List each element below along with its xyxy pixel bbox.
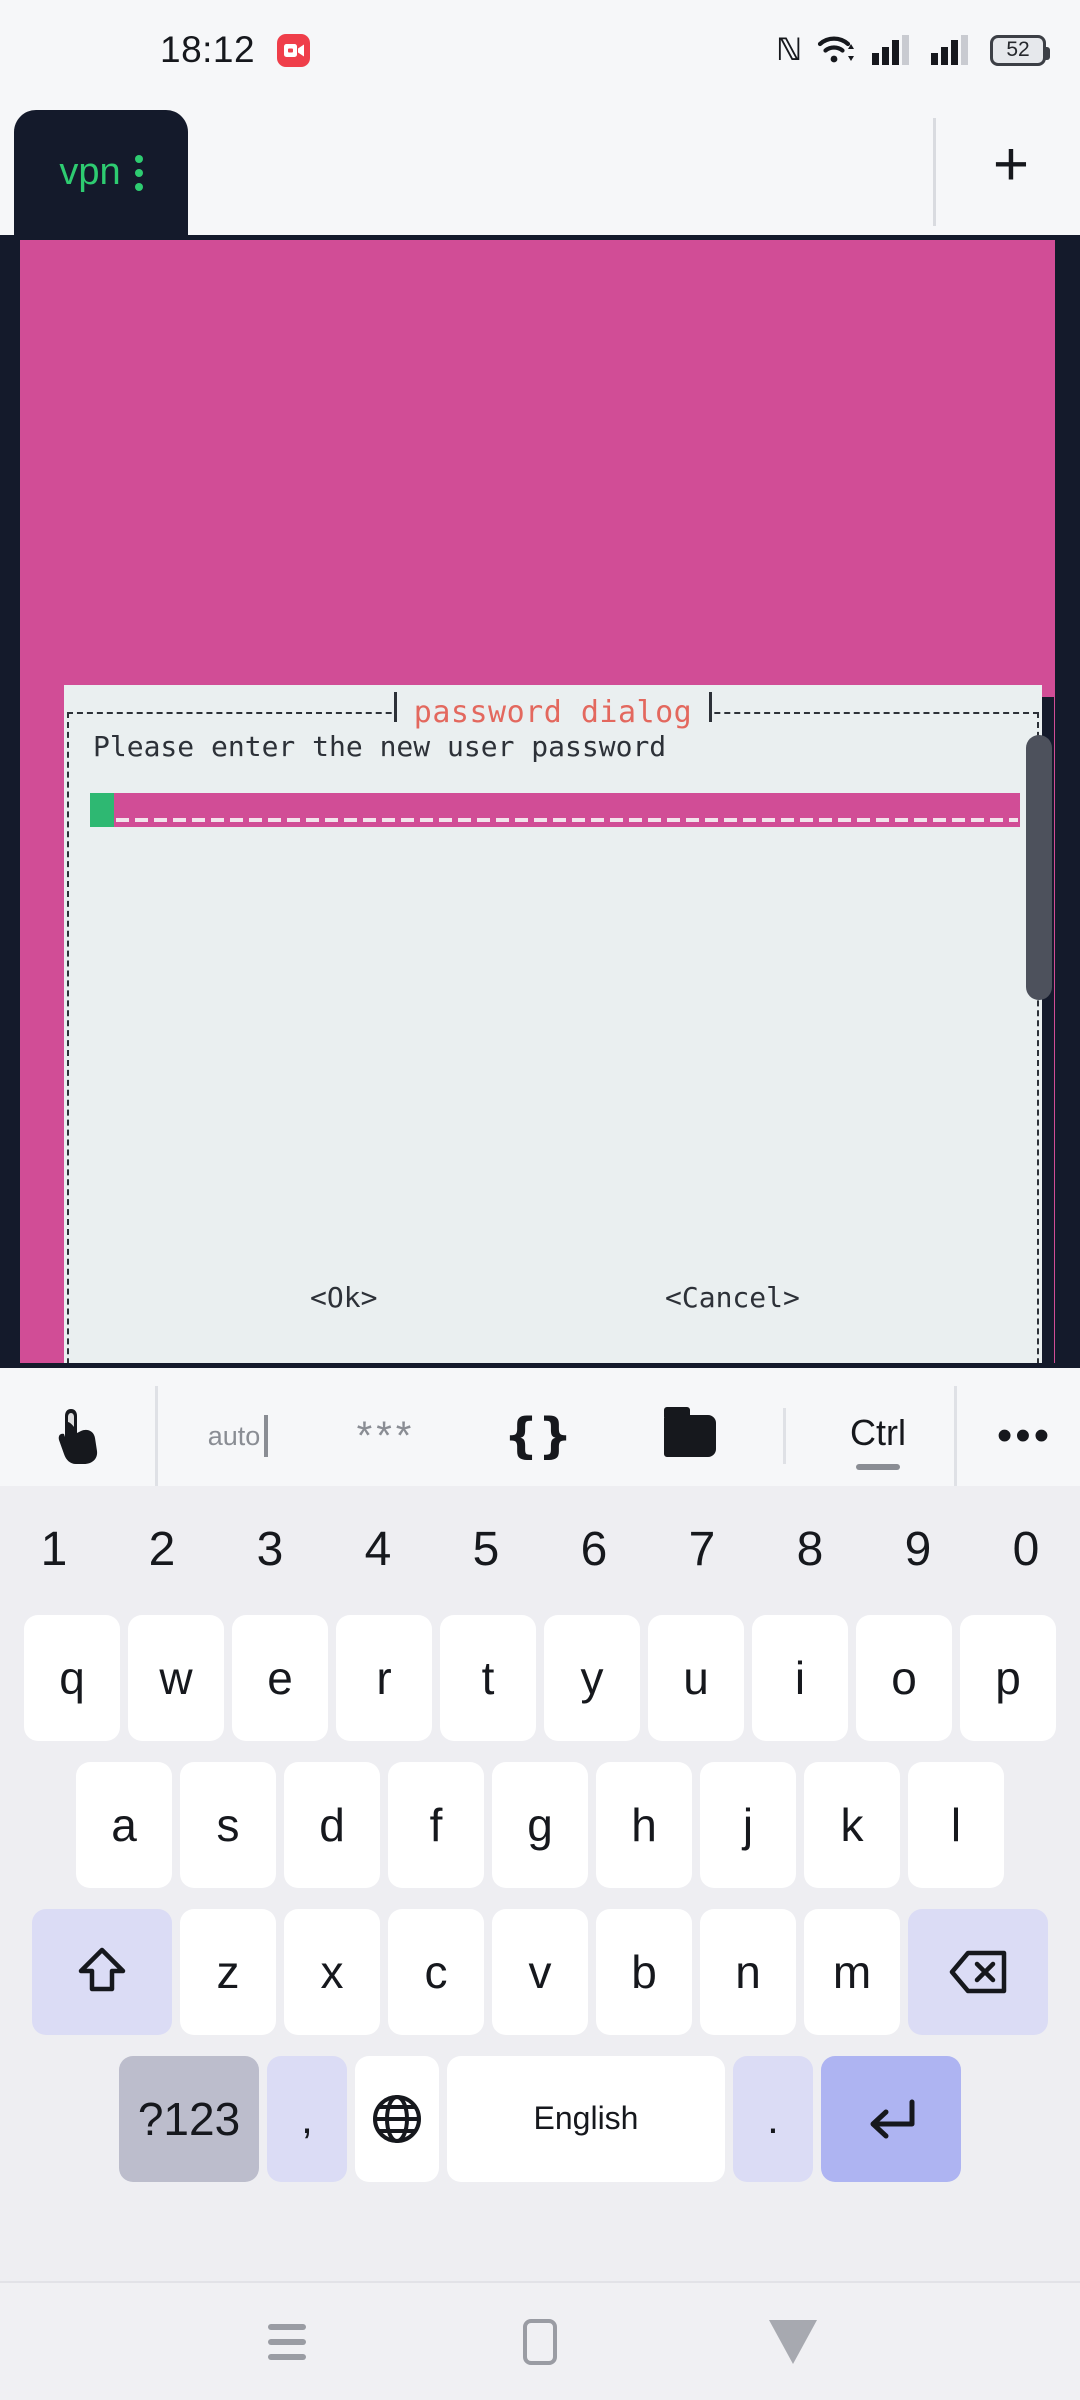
key-1[interactable]: 1 [4, 1499, 104, 1599]
space-key[interactable]: English [447, 2055, 725, 2182]
key-r[interactable]: r [336, 1614, 432, 1741]
exbar-inner-divider [766, 1386, 802, 1486]
key-s[interactable]: s [180, 1761, 276, 1888]
key-z[interactable]: z [180, 1908, 276, 2035]
keyboard-row-zxcv: z x c v b n m [6, 1898, 1074, 2045]
key-3[interactable]: 3 [220, 1499, 320, 1599]
terminal-frame: password dialog Please enter the new use… [0, 235, 1080, 1368]
shift-icon [78, 1947, 126, 1997]
keyboard-number-row: 1 2 3 4 5 6 7 8 9 0 [6, 1494, 1074, 1604]
terminal-scrollbar[interactable] [1026, 735, 1052, 1000]
key-x[interactable]: x [284, 1908, 380, 2035]
auto-text-indicator[interactable]: auto [158, 1386, 310, 1486]
key-7[interactable]: 7 [652, 1499, 752, 1599]
key-9[interactable]: 9 [868, 1499, 968, 1599]
key-i[interactable]: i [752, 1614, 848, 1741]
key-j[interactable]: j [700, 1761, 796, 1888]
key-l[interactable]: l [908, 1761, 1004, 1888]
cancel-button[interactable]: <Cancel> [665, 1281, 800, 1314]
key-4[interactable]: 4 [328, 1499, 428, 1599]
soft-keyboard: 1 2 3 4 5 6 7 8 9 0 q w e r t y u i o p … [0, 1486, 1080, 2281]
signal-1-icon [872, 35, 909, 65]
home-button[interactable] [495, 2297, 585, 2387]
globe-icon [372, 2094, 422, 2144]
back-button[interactable] [748, 2297, 838, 2387]
kebab-menu-icon[interactable] [134, 154, 143, 191]
folder-icon[interactable] [614, 1386, 766, 1486]
key-p[interactable]: p [960, 1614, 1056, 1741]
key-e[interactable]: e [232, 1614, 328, 1741]
key-u[interactable]: u [648, 1614, 744, 1741]
text-cursor [90, 793, 114, 827]
key-6[interactable]: 6 [544, 1499, 644, 1599]
tab-label: vpn [59, 151, 121, 193]
enter-icon [865, 2097, 917, 2141]
extra-keys-bar: auto *** {} Ctrl ••• [0, 1386, 1080, 1486]
recents-icon [267, 2323, 306, 2360]
tab-bar-divider [933, 118, 936, 226]
key-t[interactable]: t [440, 1614, 536, 1741]
keyboard-row-asdf: a s d f g h j k l [6, 1751, 1074, 1898]
password-dialog: password dialog [64, 685, 1042, 1363]
key-a[interactable]: a [76, 1761, 172, 1888]
key-w[interactable]: w [128, 1614, 224, 1741]
input-dashed-underline [114, 793, 1020, 827]
signal-2-icon [931, 35, 968, 65]
ctrl-key[interactable]: Ctrl [802, 1386, 954, 1486]
terminal-surface[interactable]: password dialog Please enter the new use… [20, 240, 1055, 1363]
overflow-menu[interactable]: ••• [957, 1386, 1080, 1486]
key-k[interactable]: k [804, 1761, 900, 1888]
key-f[interactable]: f [388, 1761, 484, 1888]
home-icon [522, 2318, 557, 2365]
enter-key[interactable] [821, 2055, 961, 2182]
back-icon [769, 2319, 818, 2364]
recents-button[interactable] [242, 2297, 332, 2387]
battery-icon: 52 [990, 34, 1050, 66]
phone-screen: 18:12 ℕ 52 vpn + password dialog Please … [0, 0, 1080, 2400]
android-nav-bar [0, 2281, 1080, 2400]
backspace-icon [949, 1950, 1007, 1994]
status-bar-right: ℕ 52 [776, 31, 1050, 68]
status-bar-left: 18:12 [160, 29, 311, 71]
nfc-icon: ℕ [776, 31, 802, 68]
status-time: 18:12 [160, 29, 256, 70]
key-q[interactable]: q [24, 1614, 120, 1741]
key-h[interactable]: h [596, 1761, 692, 1888]
globe-key[interactable] [355, 2055, 439, 2182]
key-5[interactable]: 5 [436, 1499, 536, 1599]
shift-key[interactable] [32, 1908, 172, 2035]
dialog-prompt: Please enter the new user password [93, 730, 667, 763]
battery-level: 52 [1006, 38, 1030, 61]
period-key[interactable]: . [733, 2055, 813, 2182]
key-g[interactable]: g [492, 1761, 588, 1888]
tab-vpn[interactable]: vpn [14, 110, 188, 235]
ok-button[interactable]: <Ok> [310, 1281, 377, 1314]
key-2[interactable]: 2 [112, 1499, 212, 1599]
backspace-key[interactable] [908, 1908, 1048, 2035]
braces-key[interactable]: {} [462, 1386, 614, 1486]
key-8[interactable]: 8 [760, 1499, 860, 1599]
status-bar: 18:12 ℕ 52 [0, 0, 1080, 100]
wifi-icon [817, 36, 854, 63]
comma-key[interactable]: , [267, 2055, 347, 2182]
screen-record-icon [277, 33, 311, 67]
key-o[interactable]: o [856, 1614, 952, 1741]
asterisks-key[interactable]: *** [310, 1386, 462, 1486]
keyboard-row-qwerty: q w e r t y u i o p [6, 1604, 1074, 1751]
key-d[interactable]: d [284, 1761, 380, 1888]
symbols-key[interactable]: ?123 [119, 2055, 259, 2182]
key-y[interactable]: y [544, 1614, 640, 1741]
key-b[interactable]: b [596, 1908, 692, 2035]
keyboard-row-bottom: ?123 , English . [6, 2045, 1074, 2192]
tab-bar: vpn + [0, 100, 1080, 235]
password-input[interactable] [90, 793, 1020, 827]
key-n[interactable]: n [700, 1908, 796, 2035]
key-c[interactable]: c [388, 1908, 484, 2035]
touch-pointer-icon[interactable] [0, 1386, 155, 1486]
new-tab-button[interactable]: + [976, 130, 1046, 200]
key-m[interactable]: m [804, 1908, 900, 2035]
key-0[interactable]: 0 [976, 1499, 1076, 1599]
key-v[interactable]: v [492, 1908, 588, 2035]
